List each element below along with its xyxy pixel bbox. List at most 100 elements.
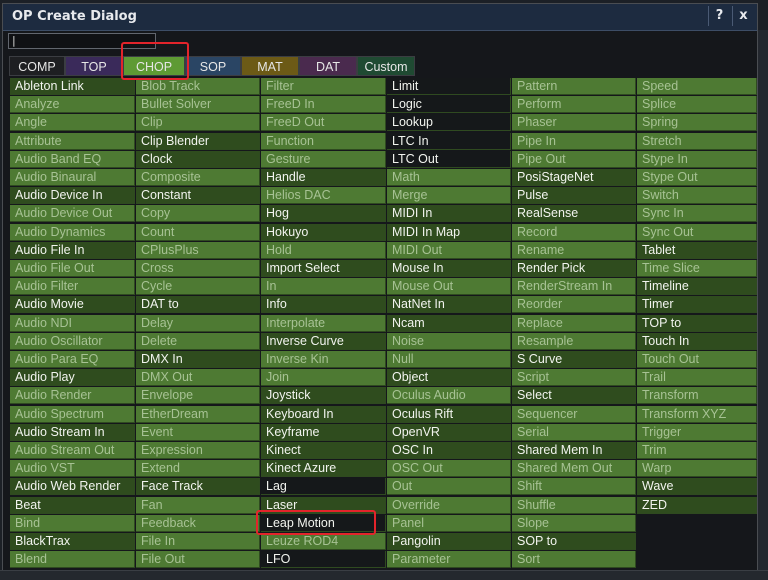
op-item-bind[interactable]: Bind bbox=[10, 514, 135, 532]
op-item-stype-out[interactable]: Stype Out bbox=[637, 169, 757, 186]
help-button[interactable]: ? bbox=[708, 6, 730, 26]
op-item-posistagenet[interactable]: PosiStageNet bbox=[512, 169, 636, 186]
op-item-touch-in[interactable]: Touch In bbox=[637, 332, 757, 350]
op-item-tablet[interactable]: Tablet bbox=[637, 241, 757, 259]
op-item-audio-stream-in[interactable]: Audio Stream In bbox=[10, 423, 135, 441]
op-item-midi-in[interactable]: MIDI In bbox=[387, 205, 511, 223]
op-item-pangolin[interactable]: Pangolin bbox=[387, 533, 511, 550]
op-item-rename[interactable]: Rename bbox=[512, 241, 636, 259]
op-item-transform-xyz[interactable]: Transform XYZ bbox=[637, 405, 757, 423]
op-item-perform[interactable]: Perform bbox=[512, 96, 636, 114]
op-item-filter[interactable]: Filter bbox=[261, 78, 386, 95]
op-item-reorder[interactable]: Reorder bbox=[512, 296, 636, 314]
op-item-splice[interactable]: Splice bbox=[637, 96, 757, 114]
tab-mat[interactable]: MAT bbox=[241, 56, 299, 76]
op-item-spring[interactable]: Spring bbox=[637, 114, 757, 132]
op-item-kinect[interactable]: Kinect bbox=[261, 442, 386, 459]
op-item-freed-in[interactable]: FreeD In bbox=[261, 96, 386, 114]
op-item-sync-in[interactable]: Sync In bbox=[637, 205, 757, 223]
op-item-gesture[interactable]: Gesture bbox=[261, 150, 386, 168]
op-item-limit[interactable]: Limit bbox=[387, 78, 511, 95]
op-item-out[interactable]: Out bbox=[387, 478, 511, 496]
op-item-bullet-solver[interactable]: Bullet Solver bbox=[136, 96, 260, 114]
op-item-face-track[interactable]: Face Track bbox=[136, 478, 260, 496]
op-item-clip[interactable]: Clip bbox=[136, 114, 260, 132]
op-item-warp[interactable]: Warp bbox=[637, 460, 757, 478]
op-item-audio-device-out[interactable]: Audio Device Out bbox=[10, 205, 135, 223]
op-item-ltc-out[interactable]: LTC Out bbox=[387, 150, 511, 168]
op-item-shared-mem-in[interactable]: Shared Mem In bbox=[512, 442, 636, 459]
op-item-audio-movie[interactable]: Audio Movie bbox=[10, 296, 135, 314]
op-item-trigger[interactable]: Trigger bbox=[637, 423, 757, 441]
op-item-composite[interactable]: Composite bbox=[136, 169, 260, 186]
op-item-override[interactable]: Override bbox=[387, 496, 511, 514]
op-item-audio-device-in[interactable]: Audio Device In bbox=[10, 187, 135, 205]
op-item-audio-stream-out[interactable]: Audio Stream Out bbox=[10, 442, 135, 459]
op-item-audio-file-out[interactable]: Audio File Out bbox=[10, 260, 135, 277]
op-item-blob-track[interactable]: Blob Track bbox=[136, 78, 260, 95]
op-item-sequencer[interactable]: Sequencer bbox=[512, 405, 636, 423]
op-item-object[interactable]: Object bbox=[387, 369, 511, 387]
op-item-timeline[interactable]: Timeline bbox=[637, 278, 757, 296]
op-item-top-to[interactable]: TOP to bbox=[637, 314, 757, 332]
op-item-inverse-kin[interactable]: Inverse Kin bbox=[261, 351, 386, 368]
op-item-midi-out[interactable]: MIDI Out bbox=[387, 241, 511, 259]
op-item-hold[interactable]: Hold bbox=[261, 241, 386, 259]
op-item-logic[interactable]: Logic bbox=[387, 96, 511, 114]
op-item-in[interactable]: In bbox=[261, 278, 386, 296]
op-item-audio-play[interactable]: Audio Play bbox=[10, 369, 135, 387]
op-item-delete[interactable]: Delete bbox=[136, 332, 260, 350]
tab-dat[interactable]: DAT bbox=[299, 56, 357, 76]
op-item-cplusplus[interactable]: CPlusPlus bbox=[136, 241, 260, 259]
op-item-trail[interactable]: Trail bbox=[637, 369, 757, 387]
op-item-osc-in[interactable]: OSC In bbox=[387, 442, 511, 459]
op-item-oculus-audio[interactable]: Oculus Audio bbox=[387, 387, 511, 405]
tab-sop[interactable]: SOP bbox=[185, 56, 241, 76]
op-item-touch-out[interactable]: Touch Out bbox=[637, 351, 757, 368]
op-item-hokuyo[interactable]: Hokuyo bbox=[261, 223, 386, 241]
title-bar[interactable]: OP Create Dialog ? x bbox=[3, 4, 757, 31]
op-item-etherdream[interactable]: EtherDream bbox=[136, 405, 260, 423]
op-item-shared-mem-out[interactable]: Shared Mem Out bbox=[512, 460, 636, 478]
op-item-handle[interactable]: Handle bbox=[261, 169, 386, 186]
op-item-audio-vst[interactable]: Audio VST bbox=[10, 460, 135, 478]
op-item-openvr[interactable]: OpenVR bbox=[387, 423, 511, 441]
op-item-clock[interactable]: Clock bbox=[136, 150, 260, 168]
op-item-function[interactable]: Function bbox=[261, 132, 386, 150]
op-item-sop-to[interactable]: SOP to bbox=[512, 533, 636, 550]
op-item-helios-dac[interactable]: Helios DAC bbox=[261, 187, 386, 205]
op-item-blacktrax[interactable]: BlackTrax bbox=[10, 533, 135, 550]
op-item-merge[interactable]: Merge bbox=[387, 187, 511, 205]
op-item-audio-ndi[interactable]: Audio NDI bbox=[10, 314, 135, 332]
op-item-time-slice[interactable]: Time Slice bbox=[637, 260, 757, 277]
op-item-audio-binaural[interactable]: Audio Binaural bbox=[10, 169, 135, 186]
op-item-resample[interactable]: Resample bbox=[512, 332, 636, 350]
op-item-audio-file-in[interactable]: Audio File In bbox=[10, 241, 135, 259]
op-item-ltc-in[interactable]: LTC In bbox=[387, 132, 511, 150]
op-item-attribute[interactable]: Attribute bbox=[10, 132, 135, 150]
op-item-count[interactable]: Count bbox=[136, 223, 260, 241]
op-item-serial[interactable]: Serial bbox=[512, 423, 636, 441]
op-item-switch[interactable]: Switch bbox=[637, 187, 757, 205]
op-item-pipe-in[interactable]: Pipe In bbox=[512, 132, 636, 150]
op-item-script[interactable]: Script bbox=[512, 369, 636, 387]
tab-custom[interactable]: Custom bbox=[357, 56, 415, 76]
op-item-beat[interactable]: Beat bbox=[10, 496, 135, 514]
op-item-parameter[interactable]: Parameter bbox=[387, 551, 511, 569]
close-button[interactable]: x bbox=[732, 6, 754, 26]
op-item-lookup[interactable]: Lookup bbox=[387, 114, 511, 132]
op-item-lfo[interactable]: LFO bbox=[261, 551, 386, 569]
op-item-pulse[interactable]: Pulse bbox=[512, 187, 636, 205]
op-item-null[interactable]: Null bbox=[387, 351, 511, 368]
op-item-copy[interactable]: Copy bbox=[136, 205, 260, 223]
op-item-extend[interactable]: Extend bbox=[136, 460, 260, 478]
op-item-kinect-azure[interactable]: Kinect Azure bbox=[261, 460, 386, 478]
op-item-panel[interactable]: Panel bbox=[387, 514, 511, 532]
op-item-event[interactable]: Event bbox=[136, 423, 260, 441]
op-item-file-out[interactable]: File Out bbox=[136, 551, 260, 569]
op-item-stretch[interactable]: Stretch bbox=[637, 132, 757, 150]
op-item-render-pick[interactable]: Render Pick bbox=[512, 260, 636, 277]
op-item-math[interactable]: Math bbox=[387, 169, 511, 186]
op-item-cross[interactable]: Cross bbox=[136, 260, 260, 277]
op-item-mouse-in[interactable]: Mouse In bbox=[387, 260, 511, 277]
